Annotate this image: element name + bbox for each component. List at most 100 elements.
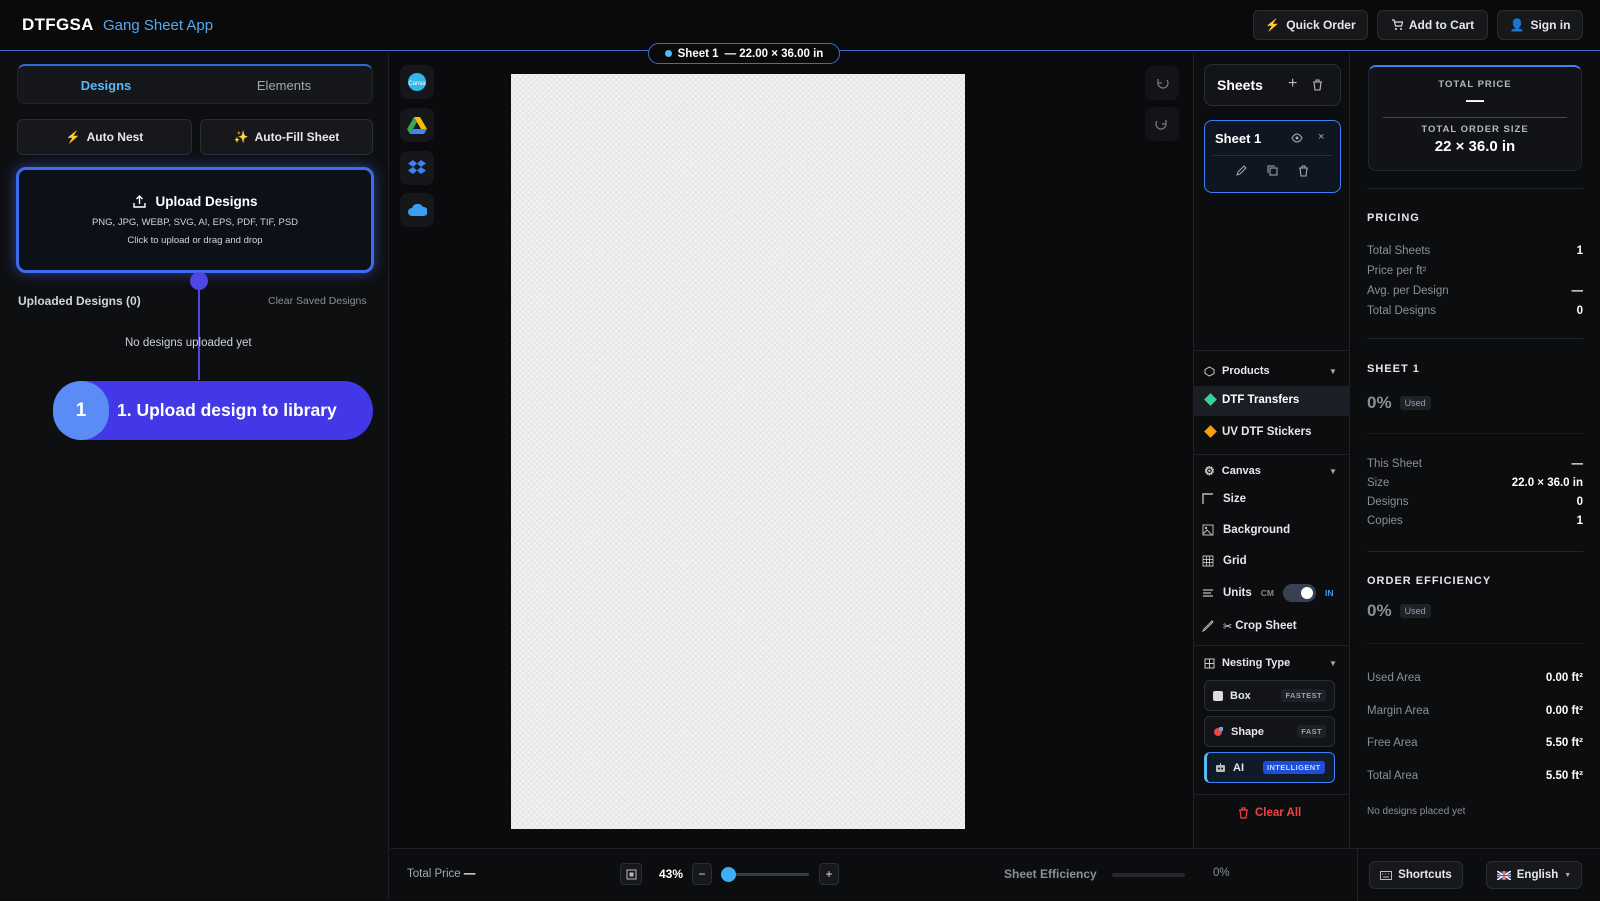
onboarding-callout[interactable]: 1 1. Upload design to library bbox=[53, 381, 373, 440]
undo-button[interactable] bbox=[1145, 66, 1179, 100]
crop-sheet-label: Crop Sheet bbox=[1235, 620, 1297, 632]
divider bbox=[1367, 433, 1583, 434]
units-toggle[interactable] bbox=[1282, 584, 1316, 602]
crop-sheet-item[interactable]: ✂ Crop Sheet bbox=[1202, 613, 1297, 639]
total-price-footer: Total Price — bbox=[407, 868, 475, 880]
auto-nest-button[interactable]: ⚡ Auto Nest bbox=[17, 119, 192, 155]
used-badge: Used bbox=[1399, 604, 1431, 618]
sign-in-button[interactable]: 👤 Sign in bbox=[1497, 10, 1583, 40]
pricing-title: PRICING bbox=[1367, 212, 1420, 224]
bottom-bar: Total Price — 43% − + Sheet Efficiency 0… bbox=[390, 848, 1600, 901]
quick-order-button[interactable]: ⚡ Quick Order bbox=[1253, 10, 1368, 40]
app-name: Gang Sheet App bbox=[103, 17, 214, 34]
cart-icon bbox=[1391, 19, 1403, 31]
canva-import-button[interactable]: Canva bbox=[400, 65, 434, 99]
product-label: UV DTF Stickers bbox=[1222, 426, 1312, 438]
auto-fill-button[interactable]: ✨ Auto-Fill Sheet bbox=[200, 119, 373, 155]
svg-text:Canva: Canva bbox=[408, 81, 426, 87]
nesting-ai-option[interactable]: AI INTELLIGENT bbox=[1204, 752, 1335, 783]
nesting-option-tag: INTELLIGENT bbox=[1263, 761, 1325, 774]
box-icon bbox=[1204, 365, 1215, 377]
grid-icon bbox=[1204, 658, 1215, 669]
nesting-option-label: Box bbox=[1230, 689, 1251, 702]
pricing-key: Total Designs bbox=[1367, 305, 1437, 317]
upload-dropzone[interactable]: Upload Designs PNG, JPG, WEBP, SVG, AI, … bbox=[16, 167, 374, 273]
sheet-efficiency-label: Sheet Efficiency bbox=[1004, 867, 1097, 881]
pricing-value: 1 bbox=[1576, 245, 1583, 257]
sheet-stat-row: Size 22.0 × 36.0 in bbox=[1367, 477, 1583, 489]
canvas-title: Canvas bbox=[1221, 465, 1261, 477]
zoom-in-button[interactable]: + bbox=[819, 863, 839, 885]
nesting-box-option[interactable]: Box FASTEST bbox=[1204, 680, 1335, 711]
canva-icon: Canva bbox=[407, 72, 427, 92]
unit-cm-label[interactable]: CM bbox=[1261, 588, 1274, 598]
nesting-option-label: Shape bbox=[1231, 725, 1265, 738]
canvas-background-item[interactable]: Background bbox=[1202, 517, 1290, 543]
toggle-knob bbox=[1300, 587, 1313, 599]
google-drive-button[interactable] bbox=[400, 108, 434, 142]
product-uv-dtf-stickers[interactable]: UV DTF Stickers bbox=[1194, 418, 1349, 448]
sheet-efficiency-value: 0% bbox=[1213, 867, 1230, 879]
canvas-size-item[interactable]: Size bbox=[1202, 486, 1246, 512]
redo-button[interactable] bbox=[1145, 107, 1179, 141]
duplicate-icon[interactable] bbox=[1267, 165, 1278, 176]
dropbox-button[interactable] bbox=[400, 151, 434, 185]
products-title: Products bbox=[1222, 365, 1270, 377]
zoom-out-button[interactable]: − bbox=[692, 863, 712, 885]
pricing-row: Total Sheets 1 bbox=[1367, 245, 1583, 257]
shapes-icon bbox=[1213, 726, 1224, 737]
chevron-down-icon: ▼ bbox=[1564, 871, 1572, 879]
language-label: English bbox=[1516, 869, 1559, 881]
eye-icon[interactable] bbox=[1291, 133, 1303, 143]
sheet-status-dot bbox=[664, 50, 672, 57]
clear-divider bbox=[1194, 794, 1349, 795]
nesting-shape-option[interactable]: Shape FAST bbox=[1204, 716, 1335, 747]
zoom-slider-handle[interactable] bbox=[721, 867, 737, 882]
nesting-divider bbox=[1194, 645, 1349, 646]
language-selector[interactable]: English ▼ bbox=[1486, 861, 1582, 889]
scissors-icon: ✂ bbox=[1223, 620, 1233, 633]
edit-icon[interactable] bbox=[1236, 165, 1247, 176]
tab-designs[interactable]: Designs bbox=[18, 66, 194, 104]
fit-to-screen-button[interactable] bbox=[620, 863, 642, 885]
robot-icon bbox=[1215, 762, 1226, 773]
callout-anchor-dot bbox=[190, 272, 208, 290]
trash-icon bbox=[1238, 807, 1249, 819]
sheet-card-1[interactable]: Sheet 1 × bbox=[1204, 120, 1341, 193]
bottom-divider bbox=[1357, 849, 1358, 901]
square-icon bbox=[1213, 690, 1223, 701]
trash-icon[interactable] bbox=[1298, 165, 1309, 177]
products-divider bbox=[1194, 350, 1349, 351]
clear-all-button[interactable]: Clear All bbox=[1238, 807, 1301, 819]
price-divider bbox=[1383, 117, 1567, 118]
efficiency-bar bbox=[1112, 873, 1185, 877]
order-size-label: TOTAL ORDER SIZE bbox=[1421, 124, 1529, 135]
pencil-icon bbox=[1202, 620, 1214, 632]
delete-sheets-icon[interactable] bbox=[1312, 79, 1323, 91]
stat-key: This Sheet bbox=[1367, 458, 1422, 470]
cloud-button[interactable] bbox=[400, 193, 434, 227]
clear-saved-designs-link[interactable]: Clear Saved Designs bbox=[268, 295, 367, 307]
brand-logo[interactable]: DTFGSA bbox=[22, 15, 94, 35]
uploaded-designs-label: Uploaded Designs (0) bbox=[18, 294, 141, 308]
zoom-slider-track[interactable] bbox=[721, 867, 809, 882]
upload-title: Upload Designs bbox=[155, 194, 258, 209]
divider bbox=[1367, 551, 1583, 552]
shortcuts-button[interactable]: Shortcuts bbox=[1369, 861, 1463, 889]
cloud-icon bbox=[407, 203, 427, 217]
canvas-header[interactable]: ⚙ Canvas ▼ bbox=[1204, 464, 1337, 478]
pricing-value: — bbox=[1571, 285, 1584, 297]
close-icon[interactable]: × bbox=[1318, 131, 1324, 143]
tab-elements[interactable]: Elements bbox=[196, 66, 372, 104]
redo-icon bbox=[1155, 117, 1169, 131]
canvas-grid-label: Grid bbox=[1223, 555, 1247, 567]
add-to-cart-button[interactable]: Add to Cart bbox=[1377, 10, 1488, 40]
nesting-header[interactable]: Nesting Type ▼ bbox=[1204, 657, 1337, 669]
product-dtf-transfers[interactable]: DTF Transfers bbox=[1194, 386, 1349, 416]
canvas-grid-item[interactable]: Grid bbox=[1202, 548, 1247, 574]
add-sheet-icon[interactable]: + bbox=[1288, 75, 1297, 93]
design-canvas[interactable] bbox=[511, 74, 965, 829]
fit-screen-icon bbox=[626, 869, 637, 880]
products-header[interactable]: Products ▼ bbox=[1204, 365, 1337, 377]
unit-in-label[interactable]: IN bbox=[1325, 588, 1334, 598]
